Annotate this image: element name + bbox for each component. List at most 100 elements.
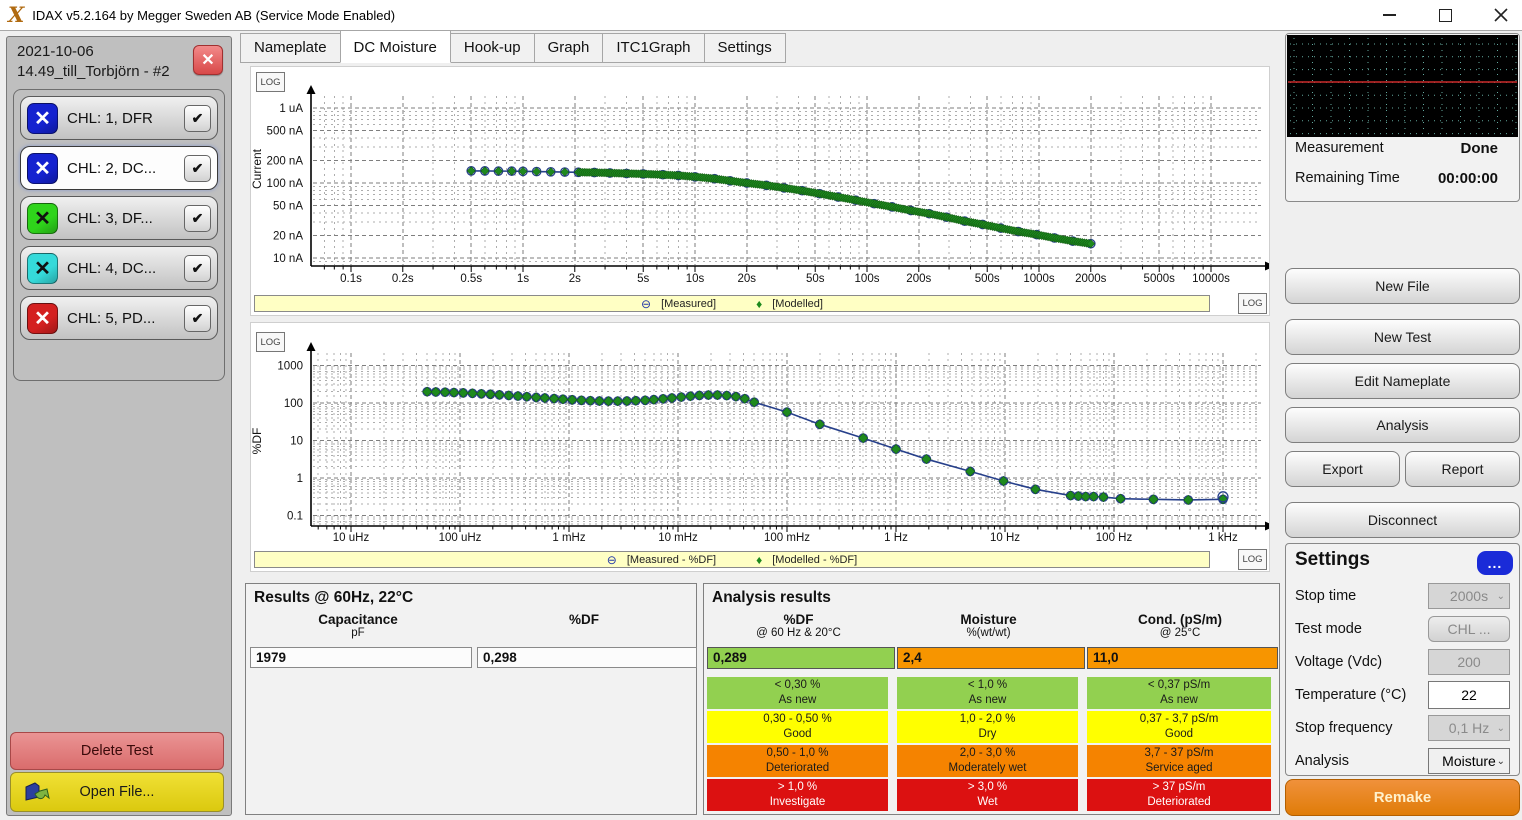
results-title: Results @ 60Hz, 22°C bbox=[254, 589, 413, 607]
close-button[interactable] bbox=[1490, 4, 1512, 26]
delete-test-button[interactable]: Delete Test bbox=[10, 732, 224, 770]
close-icon bbox=[1494, 8, 1508, 22]
channel-label: CHL: 3, DF... bbox=[67, 210, 153, 227]
temperature-input[interactable]: 22 bbox=[1428, 681, 1510, 709]
capacitance-value: 1979 bbox=[250, 647, 472, 668]
checkbox-checked-icon: ✔ bbox=[192, 260, 204, 277]
analysis-label: Analysis bbox=[1376, 417, 1428, 433]
settings-box: Settings ... Stop time 2000s ⌄ Test mode… bbox=[1285, 543, 1520, 776]
svg-text:10 mHz: 10 mHz bbox=[658, 532, 698, 544]
disconnect-label: Disconnect bbox=[1368, 512, 1437, 528]
chevron-down-icon: ⌄ bbox=[1497, 723, 1505, 734]
svg-text:0.5s: 0.5s bbox=[460, 273, 482, 285]
report-button[interactable]: Report bbox=[1405, 451, 1520, 487]
channel-item-1[interactable]: ✕ CHL: 1, DFR ✔ bbox=[20, 96, 218, 140]
test-date: 2021-10-06 bbox=[17, 43, 94, 60]
svg-text:0.2s: 0.2s bbox=[392, 273, 414, 285]
log-scale-badge[interactable]: LOG bbox=[1238, 293, 1267, 314]
svg-text:1 mHz: 1 mHz bbox=[552, 532, 585, 544]
channel-item-4[interactable]: ✕ CHL: 4, DC... ✔ bbox=[20, 246, 218, 290]
export-button[interactable]: Export bbox=[1285, 451, 1400, 487]
classification-cell: 0,37 - 3,7 pS/mGood bbox=[1087, 711, 1271, 743]
svg-text:1 Hz: 1 Hz bbox=[884, 532, 908, 544]
channel-item-2[interactable]: ✕ CHL: 2, DC... ✔ bbox=[20, 146, 218, 190]
df-header: %DF bbox=[474, 612, 694, 627]
measured-marker-icon: ⊖ bbox=[607, 554, 617, 566]
tab-itc1graph[interactable]: ITC1Graph bbox=[602, 33, 704, 63]
remaining-time-value: 00:00:00 bbox=[1438, 170, 1498, 187]
svg-text:0.1s: 0.1s bbox=[340, 273, 362, 285]
svg-text:20 nA: 20 nA bbox=[273, 230, 303, 242]
channel-item-5[interactable]: ✕ CHL: 5, PD... ✔ bbox=[20, 296, 218, 340]
channel-checkbox[interactable]: ✔ bbox=[184, 155, 211, 182]
disconnect-button[interactable]: Disconnect bbox=[1285, 502, 1520, 538]
log-scale-badge[interactable]: LOG bbox=[256, 332, 285, 352]
remake-button[interactable]: Remake bbox=[1285, 779, 1520, 816]
svg-text:2s: 2s bbox=[569, 273, 581, 285]
tab-nameplate[interactable]: Nameplate bbox=[240, 33, 341, 63]
test-mode-label: Test mode bbox=[1295, 621, 1362, 637]
minimize-button[interactable] bbox=[1378, 4, 1400, 26]
chart1-legend: ⊖ [Measured] ♦ [Modelled] bbox=[254, 295, 1210, 312]
test-name: 14.49_till_Torbjörn - #2 bbox=[17, 63, 192, 80]
settings-more-button[interactable]: ... bbox=[1477, 551, 1513, 575]
analysis-mode-label: Analysis bbox=[1295, 753, 1349, 769]
new-test-button[interactable]: New Test bbox=[1285, 319, 1520, 355]
channel-checkbox[interactable]: ✔ bbox=[184, 205, 211, 232]
channel-checkbox[interactable]: ✔ bbox=[184, 105, 211, 132]
open-file-label: Open File... bbox=[80, 784, 155, 800]
stop-time-select: 2000s ⌄ bbox=[1428, 583, 1510, 609]
analysis-cond-sub: @ 25°C bbox=[1087, 627, 1273, 639]
tab-dc-moisture[interactable]: DC Moisture bbox=[340, 30, 451, 63]
svg-text:20s: 20s bbox=[738, 273, 757, 285]
channel-x-icon: ✕ bbox=[27, 153, 58, 184]
analysis-mode-select[interactable]: Moisture ⌄ bbox=[1428, 748, 1510, 774]
channel-label: CHL: 1, DFR bbox=[67, 110, 153, 127]
close-test-button[interactable]: ✕ bbox=[193, 45, 223, 75]
app-logo-icon: X bbox=[8, 1, 24, 29]
classification-cell: 1,0 - 2,0 %Dry bbox=[897, 711, 1078, 743]
svg-text:100s: 100s bbox=[855, 273, 880, 285]
analysis-mode-value: Moisture bbox=[1442, 753, 1496, 769]
open-file-button[interactable]: Open File... bbox=[10, 772, 224, 812]
svg-text:200s: 200s bbox=[906, 273, 931, 285]
maximize-button[interactable] bbox=[1434, 4, 1456, 26]
svg-text:10 Hz: 10 Hz bbox=[990, 532, 1020, 544]
checkbox-checked-icon: ✔ bbox=[192, 210, 204, 227]
export-label: Export bbox=[1322, 461, 1362, 477]
svg-text:100 uHz: 100 uHz bbox=[439, 532, 482, 544]
stop-time-row: Stop time 2000s ⌄ bbox=[1295, 582, 1510, 610]
edit-nameplate-button[interactable]: Edit Nameplate bbox=[1285, 363, 1520, 399]
log-scale-badge[interactable]: LOG bbox=[256, 72, 285, 92]
tab-hook-up[interactable]: Hook-up bbox=[450, 33, 535, 63]
log-scale-badge[interactable]: LOG bbox=[1238, 549, 1267, 570]
analysis-moisture-header: Moisture bbox=[897, 612, 1080, 627]
tab-graph[interactable]: Graph bbox=[534, 33, 604, 63]
classification-cell: < 0,37 pS/mAs new bbox=[1087, 677, 1271, 709]
svg-text:%DF: %DF bbox=[251, 428, 264, 455]
channel-x-icon: ✕ bbox=[27, 303, 58, 334]
classification-cell: 2,0 - 3,0 %Moderately wet bbox=[897, 745, 1078, 777]
analysis-button[interactable]: Analysis bbox=[1285, 407, 1520, 443]
settings-title: Settings bbox=[1295, 549, 1370, 571]
report-label: Report bbox=[1441, 461, 1483, 477]
channel-checkbox[interactable]: ✔ bbox=[184, 255, 211, 282]
test-mode-value: CHL ... bbox=[1447, 621, 1490, 637]
classification-cell: > 1,0 %Investigate bbox=[707, 779, 888, 811]
channel-item-3[interactable]: ✕ CHL: 3, DF... ✔ bbox=[20, 196, 218, 240]
svg-text:100: 100 bbox=[284, 398, 303, 410]
measured-legend-label: [Measured] bbox=[661, 298, 716, 310]
svg-text:10 nA: 10 nA bbox=[273, 253, 303, 265]
svg-text:5000s: 5000s bbox=[1144, 273, 1176, 285]
svg-text:50s: 50s bbox=[806, 273, 825, 285]
classification-cell: > 37 pS/mDeteriorated bbox=[1087, 779, 1271, 811]
df-value: 0,298 bbox=[477, 647, 697, 668]
tab-settings[interactable]: Settings bbox=[704, 33, 786, 63]
stop-time-label: Stop time bbox=[1295, 588, 1356, 604]
svg-text:1000s: 1000s bbox=[1023, 273, 1055, 285]
svg-text:1 uA: 1 uA bbox=[279, 103, 303, 115]
channel-x-icon: ✕ bbox=[27, 103, 58, 134]
new-file-button[interactable]: New File bbox=[1285, 268, 1520, 304]
channel-label: CHL: 5, PD... bbox=[67, 310, 155, 327]
channel-checkbox[interactable]: ✔ bbox=[184, 305, 211, 332]
